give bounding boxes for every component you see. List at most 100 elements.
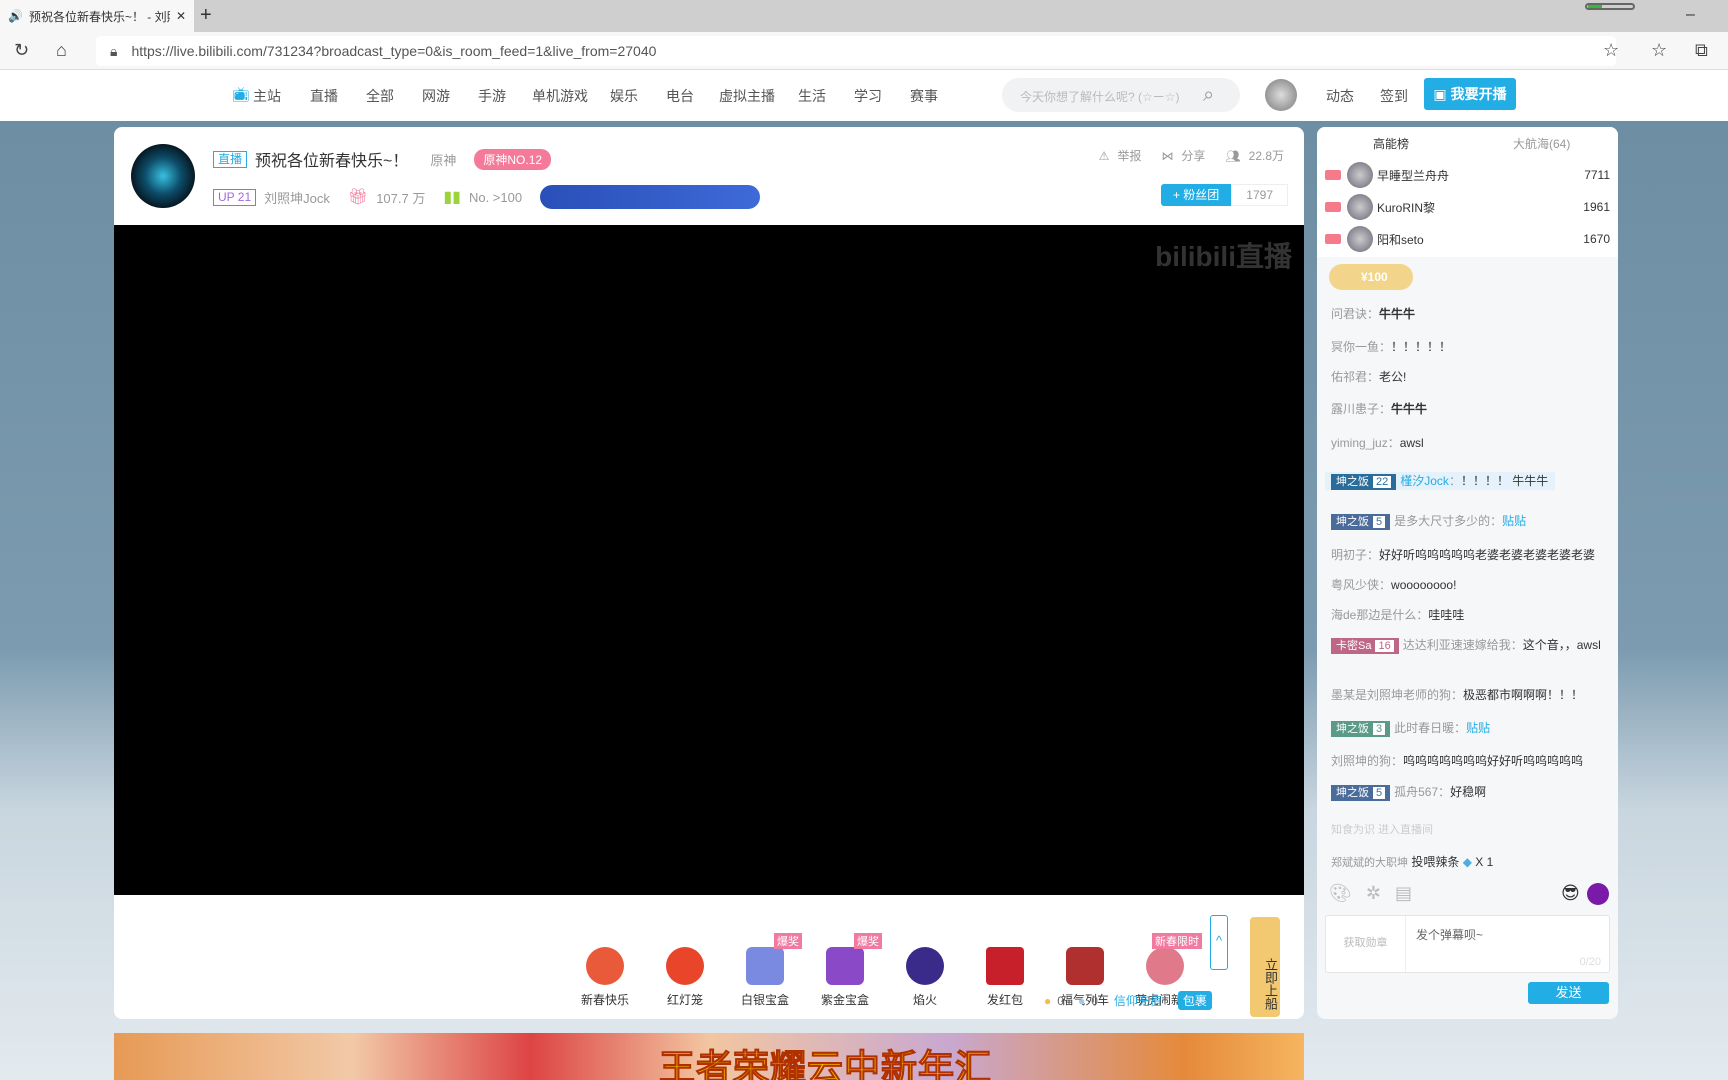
- chat-message: 刘照坤的狗：呜呜呜呜呜呜呜好好听呜呜呜呜呜: [1331, 754, 1584, 768]
- viewer-count: 22.8万: [1248, 149, 1284, 163]
- nav-item-study[interactable]: 学习: [854, 86, 882, 106]
- promo-banner[interactable]: [540, 185, 761, 209]
- recharge-link[interactable]: 信仰充值: [1114, 992, 1162, 1009]
- site-header: 📺︎ 主站 直播 全部 网游 手游 单机游戏 娱乐 电台 虚拟主播 生活 学习 …: [0, 70, 1728, 121]
- rank-1-icon: [1325, 170, 1341, 180]
- chat-message: 佑祁君：老公!: [1331, 370, 1407, 384]
- get-medal-button[interactable]: 获取勋章: [1326, 916, 1406, 972]
- nav-item-mobile-games[interactable]: 手游: [478, 86, 506, 106]
- fan-medal: 坤之饭 5: [1331, 514, 1391, 530]
- gift-item[interactable]: 发红包: [970, 947, 1040, 1008]
- tab-guard[interactable]: 大航海(64): [1513, 135, 1570, 152]
- hour-rank[interactable]: No. >100: [469, 190, 522, 205]
- settings-icon[interactable]: ✲: [1366, 883, 1381, 904]
- promo-banner-bottom[interactable]: 王者荣耀云中新年汇: [114, 1033, 1304, 1080]
- nav-item-all[interactable]: 全部: [366, 86, 394, 106]
- new-tab-button[interactable]: +: [200, 4, 212, 27]
- area-link[interactable]: 原神: [430, 150, 456, 169]
- streamer-avatar[interactable]: [131, 144, 195, 208]
- fan-club-button[interactable]: + 粉丝团: [1160, 184, 1232, 206]
- avatar: [1347, 194, 1373, 220]
- search-icon[interactable]: ⌕: [1203, 84, 1214, 107]
- browser-tab[interactable]: 🔊 预祝各位新春快乐~！ - 刘照 ✕: [0, 0, 194, 32]
- chat-bubble-icon[interactable]: [1587, 883, 1609, 905]
- minimize-button[interactable]: –: [1686, 6, 1695, 24]
- bag-button[interactable]: 包裹: [1177, 991, 1212, 1010]
- gift-name: 红灯笼: [666, 993, 703, 1007]
- nav-checkin[interactable]: 签到: [1380, 86, 1408, 106]
- gift-item[interactable]: 焰火: [890, 947, 960, 1008]
- nav-item-main[interactable]: 主站: [253, 86, 281, 106]
- gift-pill[interactable]: ¥100: [1329, 264, 1413, 290]
- fan-medal: 坤之饭 22: [1331, 474, 1397, 490]
- audio-icon: 🔊: [8, 9, 23, 23]
- gift-item[interactable]: 红灯笼: [650, 947, 720, 1008]
- gift-item[interactable]: 爆奖 白银宝盒: [730, 933, 802, 1008]
- danmaku-input[interactable]: 获取勋章 发个弹幕呗~ 0/20: [1325, 915, 1610, 973]
- rank-bars-icon: ▮▮: [443, 189, 461, 206]
- warning-icon[interactable]: ⚠: [1099, 149, 1110, 163]
- gift-name: 发红包: [986, 993, 1023, 1007]
- user-avatar[interactable]: [1265, 79, 1297, 111]
- nav-dynamic[interactable]: 动态: [1326, 86, 1354, 106]
- palette-icon[interactable]: 🎨︎: [1329, 883, 1352, 904]
- streamer-name[interactable]: 刘照坤Jock: [264, 188, 330, 207]
- banner-text: 王者荣耀云中新年汇: [658, 1047, 993, 1080]
- chat-message: 冥你一鱼：！！！！！: [1331, 340, 1452, 354]
- video-player[interactable]: bilibili直播: [114, 225, 1304, 895]
- gift-item[interactable]: 新春快乐: [570, 947, 640, 1008]
- browser-tab-bar: 🔊 预祝各位新春快乐~！ - 刘照 ✕ + –: [0, 0, 1728, 32]
- rank-row[interactable]: 阳和seto 1670: [1325, 225, 1610, 253]
- avatar: [1347, 162, 1373, 188]
- url-field[interactable]: 🔒︎ https://live.bilibili.com/731234?broa…: [96, 36, 1616, 66]
- chat-message: 墨某是刘照坤老师的狗：极恶都市啊啊啊！！！: [1331, 688, 1584, 702]
- nav-item-single-games[interactable]: 单机游戏: [532, 86, 588, 106]
- nav-item-entertainment[interactable]: 娱乐: [610, 86, 638, 106]
- nav-item-life[interactable]: 生活: [798, 86, 826, 106]
- input-placeholder: 发个弹幕呗~: [1416, 928, 1484, 942]
- nav-item-radio[interactable]: 电台: [666, 86, 694, 106]
- chat-message: 坤之饭 5 孤舟567：好稳啊: [1331, 783, 1606, 801]
- rank-row[interactable]: 早睡型兰舟舟 7711: [1325, 161, 1610, 189]
- avatar: [1347, 226, 1373, 252]
- entry-notice: 知食为识 进入直播间: [1331, 824, 1434, 836]
- rank-row[interactable]: KuroRIN黎 1961: [1325, 193, 1610, 221]
- home-icon[interactable]: ⌂: [56, 40, 67, 61]
- emoji-icon[interactable]: 😎︎: [1561, 883, 1580, 904]
- up-level-badge: UP 21: [213, 188, 257, 206]
- fan-medal: 坤之饭 3: [1331, 721, 1391, 737]
- send-button[interactable]: 发送: [1528, 982, 1609, 1004]
- history-icon[interactable]: ▤: [1395, 883, 1412, 904]
- room-title: 预祝各位新春快乐~！: [255, 153, 409, 170]
- area-rank-badge[interactable]: 原神NO.12: [474, 148, 552, 170]
- share-icon[interactable]: ⋈: [1161, 149, 1173, 163]
- board-ship-button[interactable]: 立即上船: [1250, 917, 1280, 1017]
- share-link[interactable]: 分享: [1181, 147, 1205, 164]
- nav-item-esports[interactable]: 赛事: [910, 86, 938, 106]
- nav-item-online-games[interactable]: 网游: [422, 86, 450, 106]
- reload-icon[interactable]: ↻: [14, 40, 29, 61]
- gift-item[interactable]: 爆奖 紫金宝盒: [810, 933, 882, 1008]
- report-link[interactable]: 举报: [1117, 147, 1141, 164]
- collections-icon[interactable]: ⧉: [1695, 40, 1708, 61]
- gift-name: 新春快乐: [580, 993, 629, 1007]
- tab-energy-rank[interactable]: 高能榜: [1373, 135, 1409, 152]
- viewers-icon: 👥︎: [1225, 148, 1241, 163]
- add-favorite-icon[interactable]: ☆: [1603, 40, 1619, 61]
- live-tag: 直播: [213, 150, 248, 168]
- gift-count: 107.7 万: [376, 190, 426, 206]
- nav-item-vtuber[interactable]: 虚拟主播: [719, 86, 775, 106]
- nav-item-live[interactable]: 直播: [310, 86, 338, 106]
- expand-gifts-button[interactable]: ^: [1210, 915, 1228, 970]
- char-counter: 0/20: [1579, 956, 1601, 968]
- fan-medal: 卡密Sa 16: [1331, 638, 1399, 654]
- tv-icon: 📺︎: [232, 86, 250, 102]
- chat-message: 坤之饭 3 此时春日暖：贴贴: [1331, 719, 1606, 737]
- close-tab-icon[interactable]: ✕: [176, 9, 186, 23]
- lock-icon: 🔒︎: [110, 42, 118, 59]
- player-card: 直播 预祝各位新春快乐~！ 原神 原神NO.12 UP 21 刘照坤Jock 🎁…: [114, 127, 1304, 1019]
- fan-count: 1797: [1231, 184, 1288, 206]
- play-icon: ▣: [1433, 85, 1447, 102]
- go-live-button[interactable]: ▣ 我要开播: [1424, 78, 1516, 110]
- favorites-icon[interactable]: ☆: [1651, 40, 1667, 61]
